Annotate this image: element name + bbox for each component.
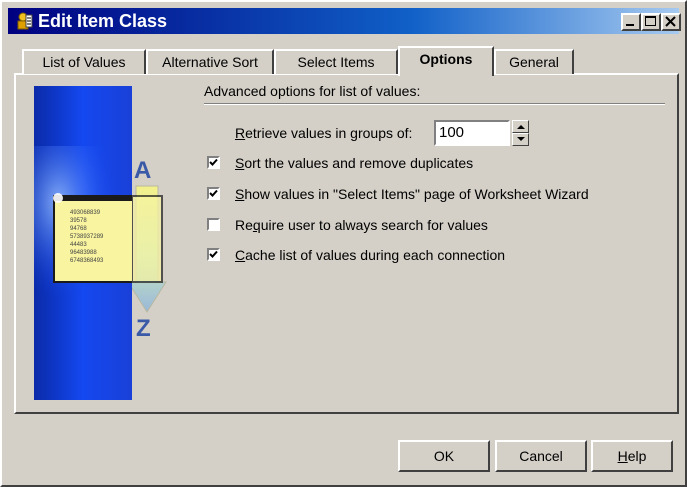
- sort-duplicates-label[interactable]: Sort the values and remove duplicates: [235, 154, 473, 172]
- help-button[interactable]: Help: [591, 440, 673, 472]
- tab-alternative-sort[interactable]: Alternative Sort: [146, 49, 274, 74]
- mnemonic: q: [252, 217, 261, 233]
- mnemonic: S: [235, 155, 245, 171]
- spin-down-icon: [517, 137, 525, 141]
- tab-list-of-values[interactable]: List of Values: [22, 49, 146, 74]
- checkmark-icon: [209, 250, 218, 258]
- mnemonic: R: [235, 125, 246, 141]
- label-text: etrieve values in groups of:: [245, 125, 413, 141]
- label-text: how values in "Select Items" page of Wor…: [244, 186, 589, 202]
- spin-up-icon: [517, 125, 525, 129]
- sort-duplicates-checkbox[interactable]: [207, 156, 220, 169]
- title-bar[interactable]: Edit Item Class: [8, 8, 681, 34]
- tab-options[interactable]: Options: [398, 46, 494, 76]
- illustration-number: 6748368493: [70, 258, 104, 264]
- minimize-icon: [626, 24, 634, 26]
- mnemonic: S: [235, 186, 245, 202]
- spin-up-button[interactable]: [512, 120, 529, 133]
- button-label: elp: [627, 448, 647, 464]
- mnemonic: H: [617, 448, 628, 464]
- maximize-button[interactable]: [641, 13, 661, 31]
- cancel-button[interactable]: Cancel: [495, 440, 587, 472]
- illustration-number: 44483: [70, 242, 87, 248]
- close-button[interactable]: [661, 13, 681, 31]
- illustration-number: 493068839: [70, 210, 101, 216]
- label-text: ort the values and remove duplicates: [244, 155, 474, 171]
- options-heading: Advanced options for list of values:: [204, 83, 421, 99]
- tab-label: General: [509, 54, 559, 70]
- edit-item-class-dialog: Edit Item Class List of Values Alternati…: [0, 0, 687, 487]
- mnemonic: C: [235, 247, 246, 263]
- sort-arrow-illustration: A Z: [132, 157, 167, 342]
- retrieve-groups-input[interactable]: 100: [434, 120, 510, 146]
- label-text: uire user to always search for values: [260, 217, 488, 233]
- item-class-icon: [17, 12, 33, 30]
- cache-list-label[interactable]: Cache list of values during each connect…: [235, 246, 505, 264]
- retrieve-label: Retrieve values in groups of:: [235, 124, 412, 142]
- letter-a-side: A: [134, 157, 151, 184]
- cache-list-checkbox[interactable]: [207, 248, 220, 261]
- tab-label: Alternative Sort: [162, 54, 258, 70]
- spin-down-button[interactable]: [512, 133, 529, 146]
- require-search-checkbox[interactable]: [207, 218, 220, 231]
- illustration-number: 5738937289: [70, 234, 104, 240]
- tab-select-items[interactable]: Select Items: [274, 49, 398, 74]
- tab-label: Options: [419, 51, 473, 67]
- require-search-label[interactable]: Require user to always search for values: [235, 216, 488, 234]
- letter-z: Z: [136, 315, 151, 342]
- close-icon: [665, 16, 676, 27]
- label-text: ache list of values during each connecti…: [245, 247, 506, 263]
- illustration-number: 39578: [70, 218, 87, 224]
- checkmark-icon: [209, 158, 218, 166]
- tab-strip: List of Values Alternative Sort Select I…: [20, 46, 680, 76]
- maximize-icon: [645, 16, 656, 26]
- tab-label: List of Values: [42, 54, 126, 70]
- label-text: Re: [235, 217, 253, 233]
- list-illustration: 493068839 39578 94768 5738937289 44483 9…: [34, 86, 132, 400]
- minimize-button[interactable]: [621, 13, 641, 31]
- illustration-number: 96483988: [70, 250, 97, 256]
- ok-button[interactable]: OK: [398, 440, 490, 472]
- show-values-checkbox[interactable]: [207, 187, 220, 200]
- heading-divider: [204, 103, 665, 105]
- tab-general[interactable]: General: [494, 49, 574, 74]
- show-values-label[interactable]: Show values in "Select Items" page of Wo…: [235, 185, 589, 203]
- illustration-number: 94768: [70, 226, 87, 232]
- checkmark-icon: [209, 189, 218, 197]
- tab-label: Select Items: [297, 54, 375, 70]
- window-title: Edit Item Class: [38, 11, 168, 31]
